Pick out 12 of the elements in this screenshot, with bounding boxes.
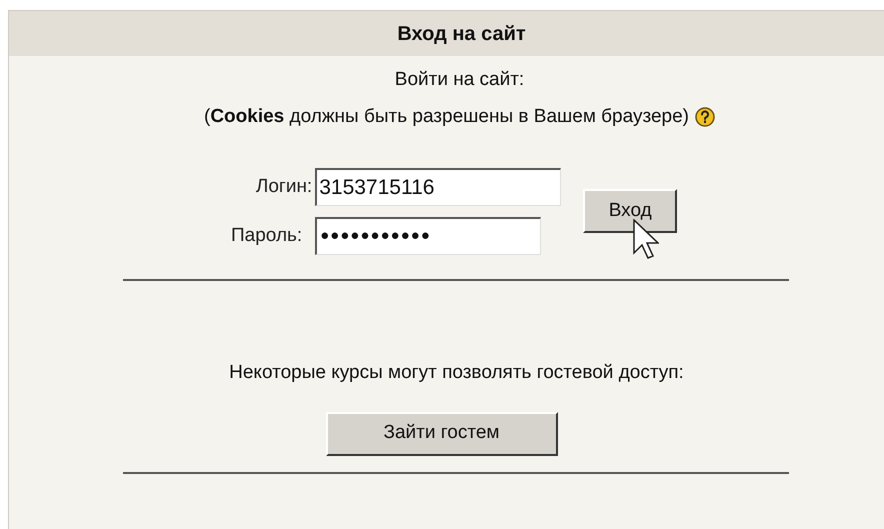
password-label: Пароль: xyxy=(231,224,304,248)
cursor-icon xyxy=(633,219,660,259)
panel-title: Вход на сайт xyxy=(9,11,884,56)
login-field[interactable]: 3153715116 xyxy=(315,168,562,206)
login-label: Логин: xyxy=(254,174,314,199)
password-field[interactable]: ●●●●●●●●●●● xyxy=(315,217,542,255)
intro-text: Войти на сайт: xyxy=(394,68,524,92)
cookies-note: (Cookies должны быть разрешены в Вашем браузере) xyxy=(204,104,689,128)
login-button[interactable]: Вход xyxy=(583,189,678,233)
guest-button[interactable]: Зайти гостем xyxy=(326,412,558,456)
help-icon[interactable] xyxy=(695,106,715,127)
guest-note: Некоторые курсы могут позволять гостевой доступ: xyxy=(229,361,684,385)
